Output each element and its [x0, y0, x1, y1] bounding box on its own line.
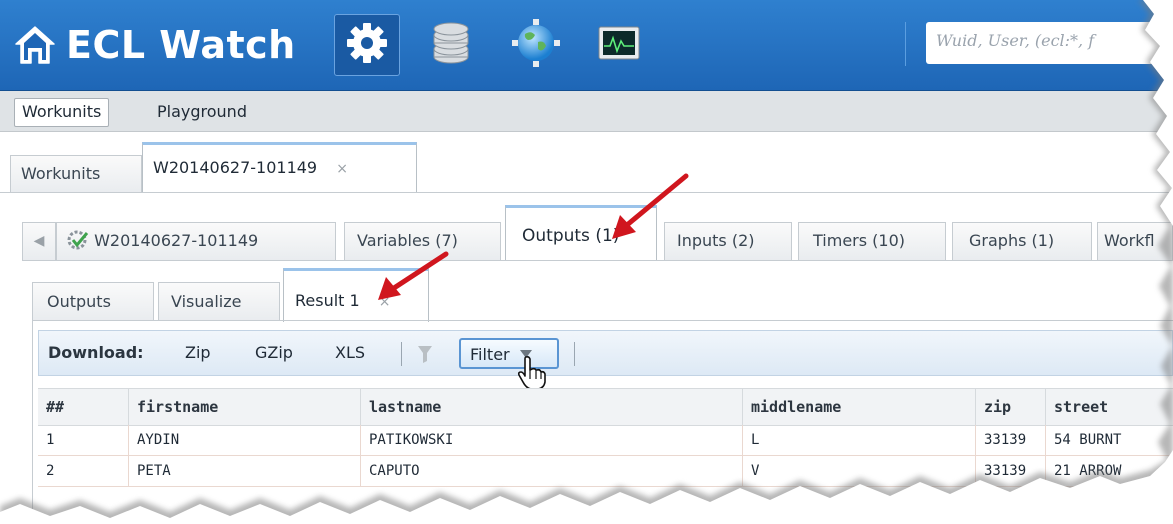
tab-label: Inputs (2) [677, 231, 755, 250]
table-row[interactable]: 1 AYDIN PATIKOWSKI L 33139 54 BURNT [38, 425, 1173, 456]
tab-label: Result 1 [295, 291, 360, 310]
tab-label: Outputs (1) [522, 226, 620, 246]
tab-summary[interactable]: W20140627-101149 [56, 222, 336, 260]
tab-label: Graphs (1) [969, 231, 1055, 250]
filter-label: Filter [470, 345, 510, 364]
ecl-watch-app: ECL Watch Wuid, User, (ecl:*, f Workunit… [0, 0, 1173, 524]
cell-zip: 33139 [975, 425, 1045, 455]
download-label: Download: [48, 343, 144, 362]
toolbar-separator [574, 342, 575, 366]
nav-playground[interactable]: Playground [150, 98, 254, 125]
app-title: ECL Watch [66, 23, 296, 67]
top-header: ECL Watch Wuid, User, (ecl:*, f [0, 0, 1173, 91]
cell-street: 21 ARROW [1045, 456, 1173, 486]
tab-variables[interactable]: Variables (7) [344, 222, 501, 260]
files-button[interactable] [418, 14, 484, 76]
grid-header: ## firstname lastname middlename zip str… [38, 388, 1173, 426]
cell-lastname: PATIKOWSKI [360, 425, 742, 455]
tab-label: Variables (7) [357, 231, 458, 250]
scroll-tabs-left-button[interactable]: ◀ [22, 222, 56, 260]
column-header-zip[interactable]: zip [975, 389, 1045, 425]
tab-label: Timers (10) [813, 231, 905, 250]
cell-street: 54 BURNT [1045, 425, 1173, 455]
tab-timers[interactable]: Timers (10) [798, 222, 946, 260]
cell-rownum: 1 [46, 432, 55, 448]
tab-workunits[interactable]: Workunits [10, 155, 142, 193]
column-header-street[interactable]: street [1045, 389, 1173, 425]
download-gzip-button[interactable]: GZip [255, 343, 293, 362]
toolbar-separator [401, 342, 402, 366]
tab-label: W20140627-101149 [94, 231, 259, 250]
monitor-icon [598, 26, 640, 64]
tab-inputs[interactable]: Inputs (2) [664, 222, 792, 260]
column-header-rownum[interactable]: ## [38, 389, 128, 425]
result-grid: ## firstname lastname middlename zip str… [38, 388, 1173, 524]
database-icon [429, 19, 473, 71]
column-header-firstname[interactable]: firstname [128, 389, 360, 425]
cell-lastname: CAPUTO [360, 456, 742, 486]
clear-filter-funnel-icon[interactable] [417, 344, 433, 368]
tab-graphs[interactable]: Graphs (1) [952, 222, 1092, 260]
operations-button[interactable] [586, 14, 652, 76]
cell-zip: 33139 [975, 456, 1045, 486]
workunit-complete-icon [67, 227, 89, 263]
main-nav: Workunits Playground [0, 91, 1173, 132]
download-xls-button[interactable]: XLS [335, 343, 365, 362]
result-toolbar: Download: Zip GZip XLS Filter [38, 330, 1173, 376]
activities-button[interactable] [334, 14, 400, 76]
tab-result-1[interactable]: Result 1 × [283, 268, 429, 322]
gear-icon [343, 19, 391, 71]
globe-icon [511, 18, 561, 72]
cell-firstname: PETA [128, 456, 360, 486]
global-search-input[interactable]: Wuid, User, (ecl:*, f [926, 22, 1173, 64]
app-logo[interactable]: ECL Watch [12, 18, 296, 72]
tab-label: Visualize [171, 292, 242, 311]
home-icon [12, 23, 58, 67]
tab-workflows[interactable]: Workfl [1097, 222, 1173, 260]
cell-middlename: V [742, 456, 975, 486]
chevron-left-icon: ◀ [33, 233, 45, 249]
tab-outputs[interactable]: Outputs (1) [505, 205, 657, 261]
tab-label: Workfl [1104, 231, 1155, 250]
table-row[interactable]: 2 PETA CAPUTO V 33139 21 ARROW [38, 456, 1173, 487]
close-tab-icon[interactable]: × [379, 294, 391, 310]
cell-middlename: L [742, 425, 975, 455]
nav-workunits[interactable]: Workunits [14, 98, 110, 127]
column-header-lastname[interactable]: lastname [360, 389, 742, 425]
close-tab-icon[interactable]: × [336, 161, 348, 177]
tab-label: Workunits [21, 164, 101, 183]
tab-label: W20140627-101149 [153, 158, 318, 177]
tab-visualize[interactable]: Visualize [158, 282, 280, 321]
queries-button[interactable] [503, 14, 569, 76]
cell-firstname: AYDIN [128, 425, 360, 455]
cell-rownum: 2 [46, 463, 55, 479]
header-divider [905, 22, 906, 66]
tab-workunit-w20140627-101149[interactable]: W20140627-101149 × [142, 142, 417, 193]
download-zip-button[interactable]: Zip [185, 343, 211, 362]
column-header-middlename[interactable]: middlename [742, 389, 975, 425]
tab-outputs-list[interactable]: Outputs [32, 282, 154, 321]
tab-label: Outputs [47, 292, 111, 311]
